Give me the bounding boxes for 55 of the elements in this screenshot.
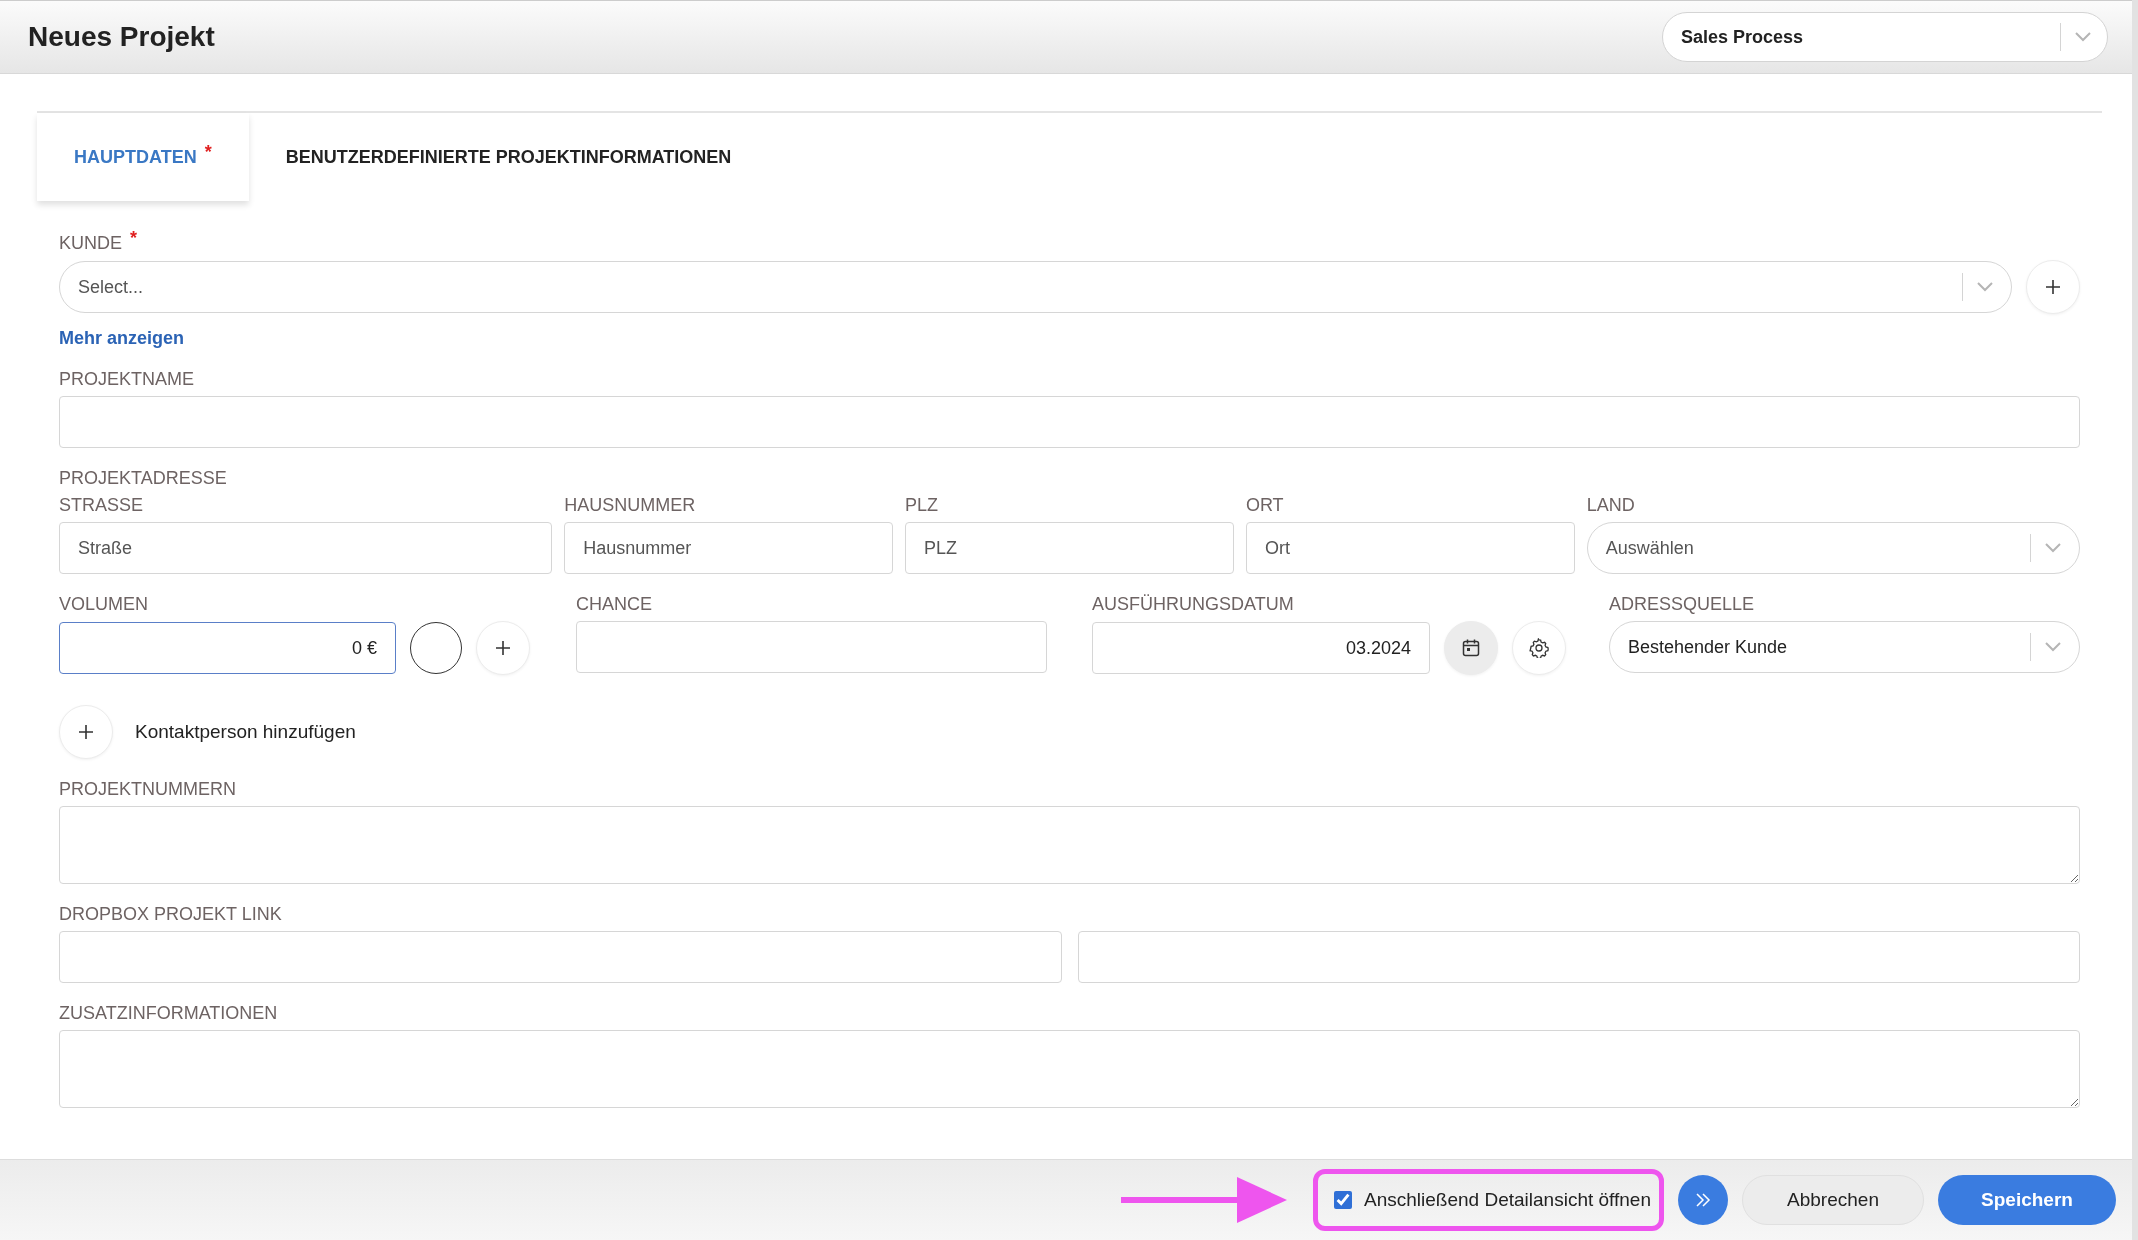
- calendar-button[interactable]: [1444, 621, 1498, 675]
- show-more-link[interactable]: Mehr anzeigen: [59, 328, 185, 349]
- address-input[interactable]: Straße: [59, 522, 553, 574]
- field-label: ADRESSQUELLE: [1609, 594, 1755, 615]
- settings-icon: [1529, 638, 1549, 658]
- chance-input[interactable]: [576, 621, 1047, 673]
- chevron-down-icon: [2045, 543, 2061, 553]
- tab[interactable]: BENUTZERDEFINIERTE PROJEKTINFORMATIONEN: [248, 113, 769, 201]
- window-title: Neues Projekt: [28, 21, 215, 53]
- add-customer-button[interactable]: [2026, 260, 2080, 314]
- dropbox-link-input[interactable]: [59, 931, 1062, 983]
- plus-icon: [495, 640, 511, 656]
- additional-info-textarea[interactable]: [59, 1030, 2080, 1108]
- volume-input[interactable]: 0 €: [59, 622, 396, 674]
- add-contact-label[interactable]: Kontaktperson hinzufügen: [135, 721, 356, 743]
- field-label: HAUSNUMMER: [564, 495, 696, 516]
- field-label: PLZ: [905, 495, 939, 516]
- plus-icon: [78, 724, 94, 740]
- field-label: VOLUMEN: [59, 594, 148, 615]
- add-button[interactable]: [476, 621, 530, 675]
- field-label: PROJEKTNUMMERN: [59, 779, 236, 800]
- process-select[interactable]: Sales Process: [1662, 12, 2108, 62]
- country-select[interactable]: Auswählen: [1586, 522, 2080, 574]
- chevron-down-icon: [2075, 32, 2091, 42]
- field-label: ORT: [1245, 495, 1284, 516]
- calendar-icon: [1461, 638, 1481, 658]
- save-button[interactable]: Speichern: [1938, 1175, 2116, 1225]
- field-label: CHANCE: [576, 594, 652, 615]
- plus-icon: [2045, 279, 2061, 295]
- expand-button[interactable]: [1678, 1175, 1728, 1225]
- field-label: AUSFÜHRUNGSDATUM: [1092, 594, 1294, 615]
- dropbox-link-input[interactable]: [1077, 931, 2080, 983]
- address-input[interactable]: Ort: [1245, 522, 1575, 574]
- chevron-down-icon: [2045, 642, 2061, 652]
- address-input[interactable]: Hausnummer: [564, 522, 894, 574]
- field-label: LAND: [1586, 495, 1635, 516]
- cancel-button[interactable]: Abbrechen: [1742, 1175, 1924, 1225]
- project-numbers-textarea[interactable]: [59, 806, 2080, 884]
- field-label: PROJEKTNAME: [59, 369, 195, 390]
- field-label: DROPBOX PROJEKT LINK: [59, 904, 282, 925]
- project-name-input[interactable]: [59, 396, 2080, 448]
- checkbox-label: Anschließend Detailansicht öffnen: [1364, 1189, 1651, 1211]
- field-label: STRASSE: [59, 495, 144, 516]
- address-source-select[interactable]: Bestehender Kunde: [1609, 621, 2080, 673]
- date-input[interactable]: 03.2024: [1092, 622, 1430, 674]
- customer-select[interactable]: Select...: [59, 261, 2012, 313]
- add-contact-button[interactable]: [59, 705, 113, 759]
- open-detail-checkbox[interactable]: [1334, 1191, 1353, 1209]
- address-input[interactable]: PLZ: [905, 522, 1234, 574]
- tab[interactable]: HAUPTDATEN *: [37, 113, 249, 201]
- field-label: KUNDE *: [59, 233, 138, 254]
- field-label: ZUSATZINFORMATIONEN: [59, 1003, 278, 1024]
- chevron-down-icon: [1977, 282, 1993, 292]
- settings-button[interactable]: [1512, 621, 1566, 675]
- field-label: PROJEKTADRESSE: [59, 468, 227, 489]
